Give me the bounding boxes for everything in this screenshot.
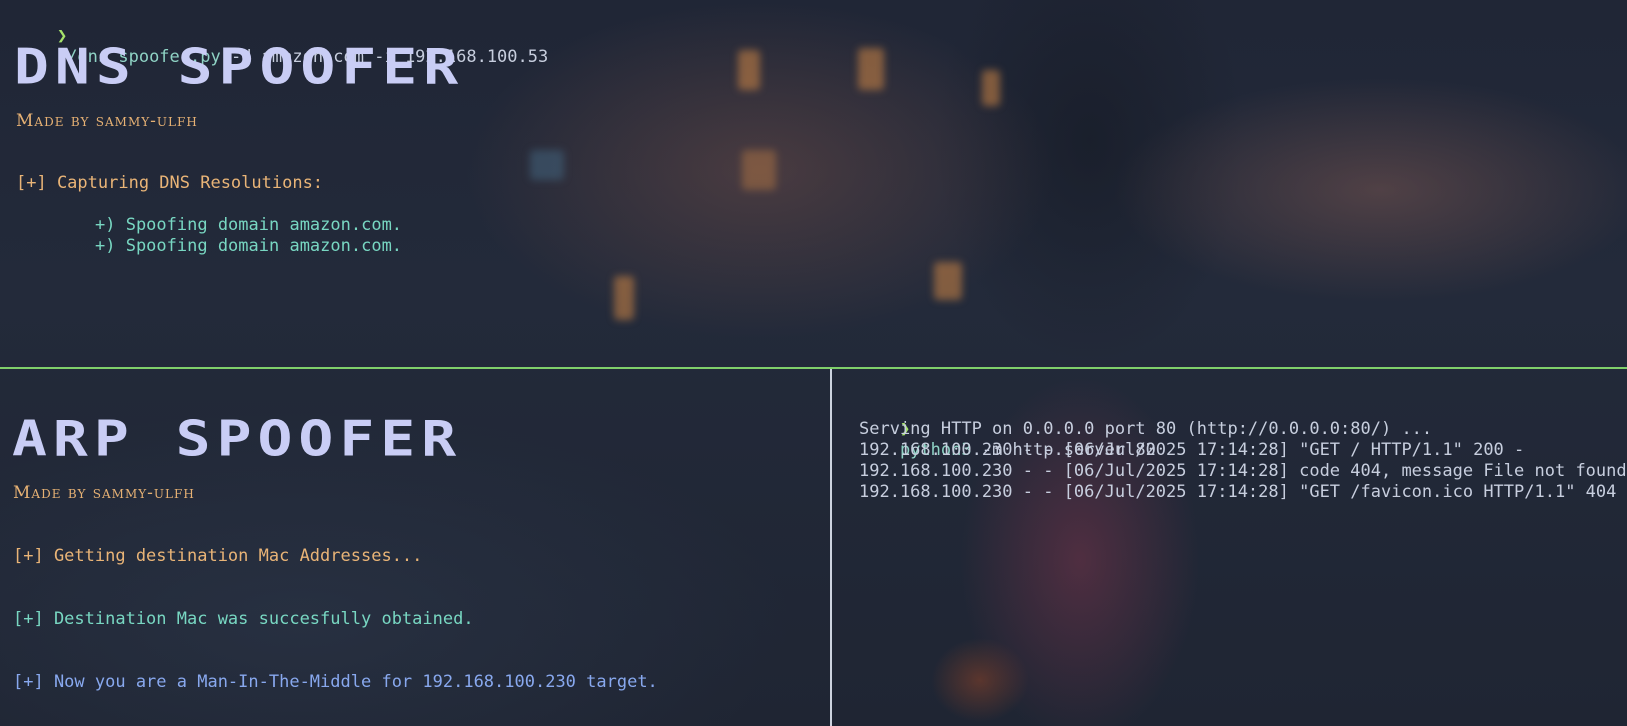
pane-divider-horizontal[interactable] [0,367,1627,369]
dns-spoofer-banner: DNS SPOOFER [14,37,465,96]
server-log-line: 192.168.100.230 - - [06/Jul/2025 17:14:2… [859,461,1627,481]
terminal-pane-dns-spoofer[interactable]: ❯ ./dns_spoofer.py -d amazon.com -i 192.… [0,0,1627,368]
server-log-line: Serving HTTP on 0.0.0.0 port 80 (http://… [859,419,1433,439]
server-log-line: 192.168.100.230 - - [06/Jul/2025 17:14:2… [859,482,1627,502]
arp-spoofer-banner: ARP SPOOFER [12,409,463,468]
arp-message-line: [+] Destination Mac was succesfully obta… [13,609,474,629]
author-byline: Made by sammy-ulfh [13,483,195,503]
spoof-event-line: +) Spoofing domain amazon.com. [95,215,403,235]
spoof-event-line: +) Spoofing domain amazon.com. [95,236,403,256]
terminal-pane-arp-spoofer[interactable]: ARP SPOOFER Made by sammy-ulfh [+] Getti… [0,370,830,726]
server-log-line: 192.168.100.230 - - [06/Jul/2025 17:14:2… [859,440,1525,460]
terminal-pane-http-server[interactable]: ❯ python3 -m http.server 80 Serving HTTP… [832,370,1627,726]
capture-status-line: [+] Capturing DNS Resolutions: [16,173,324,193]
arp-message-line: [+] Getting destination Mac Addresses... [13,546,423,566]
author-byline: Made by sammy-ulfh [16,111,198,131]
arp-message-line: [+] Now you are a Man-In-The-Middle for … [13,672,658,692]
